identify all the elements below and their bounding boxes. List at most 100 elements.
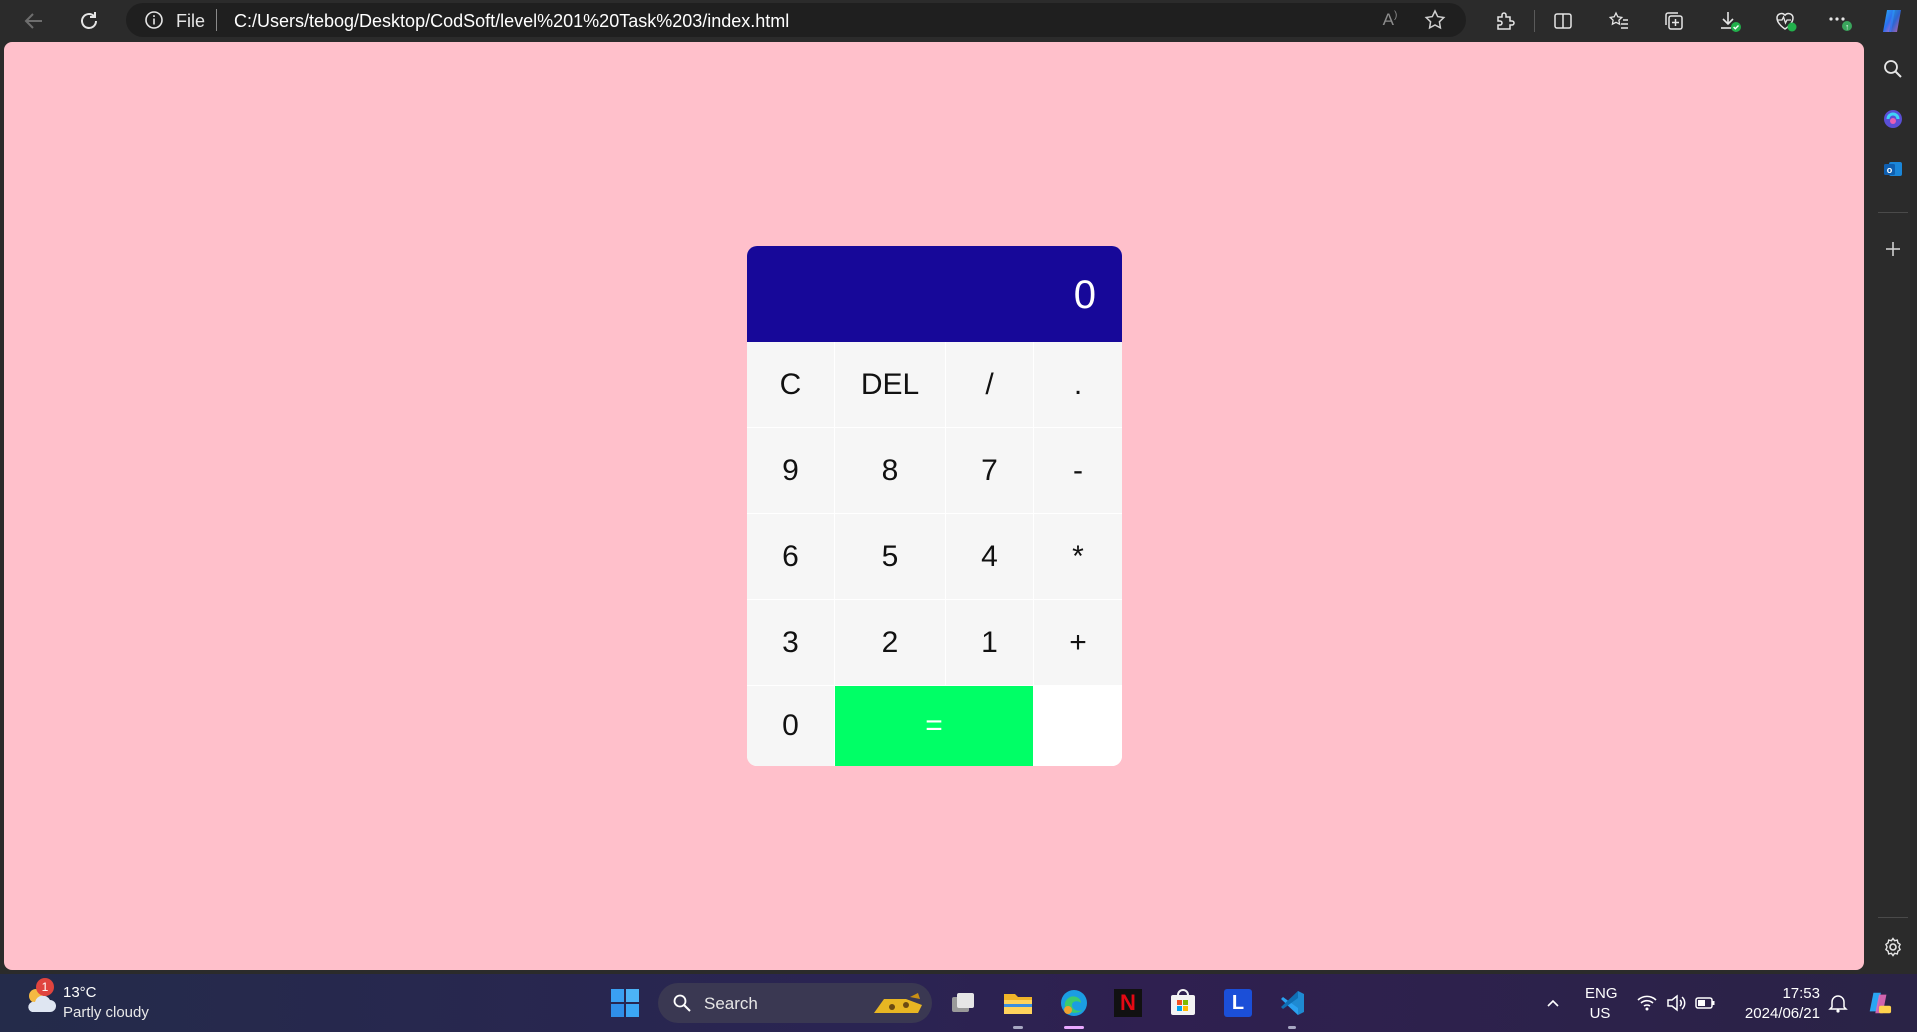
copilot-taskbar-button[interactable] (1866, 990, 1892, 1016)
read-aloud-superscript: ) (1394, 9, 1398, 21)
task-view-button[interactable] (945, 985, 981, 1021)
copilot-pre-icon (1869, 992, 1892, 1014)
copilot-icon (1883, 10, 1901, 32)
digit-1-button[interactable]: 1 (946, 600, 1033, 685)
sidebar-outlook-button[interactable]: o (1878, 154, 1908, 184)
digit-7-button[interactable]: 7 (946, 428, 1033, 513)
split-screen-icon (1554, 13, 1572, 29)
refresh-button[interactable] (74, 6, 104, 36)
copilot-button[interactable] (1877, 6, 1907, 36)
decimal-button[interactable]: . (1034, 342, 1122, 427)
windows-taskbar: 1 13°C Partly cloudy Search N L ENG US 1… (0, 974, 1917, 1032)
equals-button[interactable]: = (835, 686, 1033, 766)
task-view-icon (952, 993, 974, 1012)
search-icon (673, 994, 691, 1012)
collections-icon (1665, 12, 1683, 30)
netflix-button[interactable]: N (1110, 985, 1146, 1021)
battery-status[interactable] (1692, 990, 1718, 1016)
l-app-icon: L (1224, 989, 1252, 1017)
microsoft-store-icon (1171, 989, 1195, 1015)
file-explorer-button[interactable] (1000, 985, 1036, 1021)
address-url[interactable]: C:/Users/tebog/Desktop/CodSoft/level%201… (234, 11, 789, 32)
sidebar-copilot-button[interactable] (1878, 104, 1908, 134)
weather-notification-badge: 1 (36, 978, 54, 996)
wifi-status[interactable] (1634, 990, 1660, 1016)
volume-icon (1667, 994, 1686, 1012)
display-value: 0 (1073, 273, 1096, 317)
outlook-icon: o (1884, 162, 1902, 176)
puzzle-icon (1497, 12, 1515, 30)
read-aloud-button[interactable]: A) (1378, 8, 1402, 32)
svg-text:o: o (1887, 165, 1893, 175)
search-icon (1884, 60, 1902, 78)
minus-button[interactable]: - (1034, 428, 1122, 513)
weather-description: Partly cloudy (63, 1004, 149, 1021)
sidebar-divider (1878, 917, 1908, 918)
more-dots-icon: ↑ (1829, 17, 1852, 32)
calculator-display: 0 (747, 246, 1122, 342)
file-explorer-indicator (1013, 1026, 1023, 1029)
extensions-button[interactable] (1490, 6, 1520, 36)
refresh-icon (81, 12, 97, 29)
digit-6-button[interactable]: 6 (747, 514, 834, 599)
notifications-icon (1828, 995, 1848, 1013)
toolbar-divider (1534, 10, 1535, 32)
browser-toolbar: File C:/Users/tebog/Desktop/CodSoft/leve… (0, 0, 1917, 42)
clock-time: 17:53 (1782, 985, 1820, 1002)
copilot-icon (1884, 110, 1902, 128)
digit-0-button[interactable]: 0 (747, 686, 834, 766)
add-icon (1886, 242, 1900, 256)
address-bar[interactable]: File C:/Users/tebog/Desktop/CodSoft/leve… (126, 3, 1466, 37)
empty-key-slot (1034, 686, 1122, 766)
settings-icon (1885, 937, 1901, 957)
divide-button[interactable]: / (946, 342, 1033, 427)
digit-3-button[interactable]: 3 (747, 600, 834, 685)
netflix-icon: N (1114, 989, 1142, 1017)
read-aloud-icon: A (1382, 10, 1394, 29)
multiply-button[interactable]: * (1034, 514, 1122, 599)
sidebar-divider (1878, 212, 1908, 213)
heart-pulse-icon (1776, 12, 1797, 32)
more-options-button[interactable]: ↑ (1825, 6, 1855, 36)
digit-5-button[interactable]: 5 (835, 514, 945, 599)
address-divider (216, 9, 217, 31)
digit-9-button[interactable]: 9 (747, 428, 834, 513)
sidebar-settings-button[interactable] (1878, 932, 1908, 962)
favorite-button[interactable] (1423, 8, 1447, 32)
edge-button[interactable] (1056, 985, 1092, 1021)
sidebar-add-button[interactable] (1878, 234, 1908, 264)
vscode-button[interactable] (1274, 985, 1310, 1021)
delete-button[interactable]: DEL (835, 342, 945, 427)
l-app-button[interactable]: L (1220, 985, 1256, 1021)
plus-button[interactable]: + (1034, 600, 1122, 685)
wifi-icon (1637, 995, 1657, 1011)
digit-2-button[interactable]: 2 (835, 600, 945, 685)
notification-center-button[interactable] (1825, 990, 1851, 1016)
microsoft-store-button[interactable] (1165, 985, 1201, 1021)
downloads-button[interactable] (1715, 6, 1745, 36)
info-icon[interactable] (144, 10, 164, 30)
digit-4-button[interactable]: 4 (946, 514, 1033, 599)
language-primary: ENG (1585, 985, 1618, 1002)
netflix-glyph: N (1120, 990, 1136, 1015)
back-arrow-icon (24, 13, 42, 29)
clear-button[interactable]: C (747, 342, 834, 427)
vscode-indicator (1288, 1026, 1296, 1029)
favorites-button[interactable] (1604, 6, 1634, 36)
search-highlight-icon (874, 993, 922, 1013)
collections-button[interactable] (1659, 6, 1689, 36)
edge-sidebar: o (1868, 42, 1917, 970)
battery-icon (1695, 997, 1715, 1009)
volume-status[interactable] (1663, 990, 1689, 1016)
split-screen-button[interactable] (1548, 6, 1578, 36)
back-button[interactable] (19, 6, 49, 36)
browser-essentials-button[interactable] (1770, 6, 1800, 36)
sidebar-search-button[interactable] (1878, 54, 1908, 84)
chevron-up-icon (1547, 999, 1559, 1007)
windows-start-icon[interactable] (610, 988, 640, 1018)
show-hidden-icons-button[interactable] (1540, 990, 1566, 1016)
svg-text:↑: ↑ (1845, 23, 1849, 32)
taskbar-search-label: Search (704, 994, 758, 1013)
taskbar-search-box[interactable]: Search (658, 983, 932, 1023)
digit-8-button[interactable]: 8 (835, 428, 945, 513)
